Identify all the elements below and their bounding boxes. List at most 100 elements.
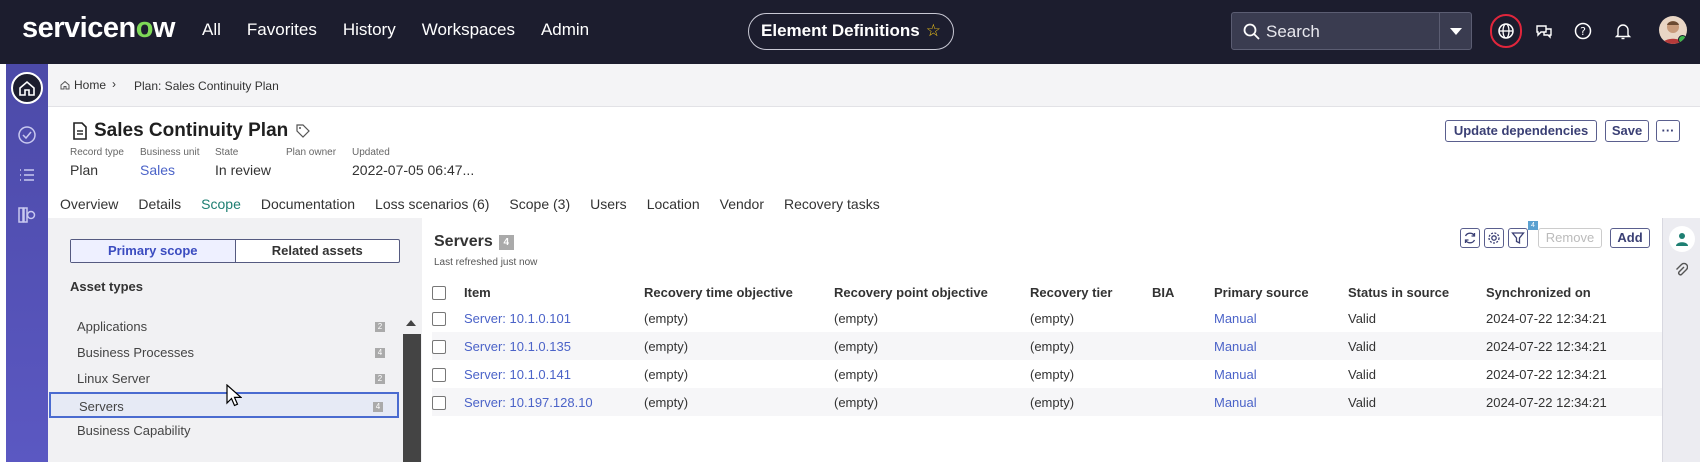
tab-loss-scenarios[interactable]: Loss scenarios (6) (375, 196, 489, 218)
paperclip-icon[interactable] (1674, 262, 1688, 278)
bell-icon (1614, 24, 1632, 40)
tab-scope-3[interactable]: Scope (3) (509, 196, 570, 218)
filter-button[interactable] (1508, 228, 1528, 248)
business-unit-link[interactable]: Sales (140, 162, 199, 178)
primary-source-link[interactable]: Manual (1214, 339, 1257, 354)
asset-type-business-processes[interactable]: Business Processes 4 (49, 340, 399, 366)
field-label: Record type (70, 147, 124, 158)
breadcrumb: Home › Plan: Sales Continuity Plan (48, 64, 1700, 107)
related-assets-toggle[interactable]: Related assets (236, 240, 400, 262)
people-button[interactable] (1669, 226, 1695, 252)
column-header[interactable]: BIA (1152, 280, 1214, 304)
status-cell: Valid (1348, 310, 1376, 326)
tab-details[interactable]: Details (138, 196, 181, 218)
nav-admin[interactable]: Admin (541, 20, 589, 40)
filter-count-badge: 4 (1528, 221, 1538, 230)
column-header[interactable]: Primary source (1214, 280, 1348, 304)
bia-cell (1152, 304, 1214, 332)
row-checkbox[interactable] (432, 339, 446, 354)
tag-icon[interactable] (296, 124, 311, 138)
element-definitions-pill[interactable]: Element Definitions ☆ (748, 13, 954, 50)
row-checkbox[interactable] (432, 395, 446, 410)
tab-documentation[interactable]: Documentation (261, 196, 355, 218)
asset-type-linux-server[interactable]: Linux Server 2 (49, 366, 399, 392)
servicenow-logo[interactable]: servicenow (22, 12, 175, 45)
library-rail-button[interactable] (16, 204, 38, 226)
search-scope-dropdown[interactable] (1439, 13, 1471, 49)
breadcrumb-current: Plan: Sales Continuity Plan (134, 79, 279, 93)
asset-list-scrollbar[interactable] (402, 316, 421, 462)
record-tabs: Overview Details Scope Documentation Los… (60, 196, 900, 223)
tab-vendor[interactable]: Vendor (720, 196, 764, 218)
tab-scope[interactable]: Scope (195, 196, 251, 223)
remove-button[interactable]: Remove (1538, 228, 1602, 248)
nav-history[interactable]: History (343, 20, 396, 40)
more-actions-button[interactable]: ··· (1656, 120, 1680, 142)
tab-users[interactable]: Users (590, 196, 627, 218)
primary-source-link[interactable]: Manual (1214, 311, 1257, 326)
column-header[interactable]: Recovery tier (1030, 280, 1152, 304)
rto-cell: (empty) (644, 310, 689, 326)
sync-cell: 2024-07-22 12:34:21 (1486, 310, 1607, 326)
chat-icon (1536, 25, 1552, 39)
sync-cell: 2024-07-22 12:34:21 (1486, 366, 1607, 382)
home-small-icon (60, 80, 70, 90)
source-cell: Manual (1214, 304, 1348, 332)
rpo-cell: (empty) (834, 310, 879, 326)
breadcrumb-home[interactable]: Home (60, 78, 106, 92)
row-checkbox[interactable] (432, 311, 446, 326)
item-link[interactable]: Server: 10.1.0.135 (464, 339, 571, 354)
star-icon[interactable]: ☆ (926, 21, 941, 40)
asset-type-servers[interactable]: Servers 4 (49, 392, 399, 418)
tab-recovery-tasks[interactable]: Recovery tasks (784, 196, 880, 218)
primary-source-link[interactable]: Manual (1214, 395, 1257, 410)
column-header[interactable]: Status in source (1348, 280, 1486, 304)
help-button[interactable]: ? (1569, 17, 1597, 45)
add-button[interactable]: Add (1610, 228, 1650, 248)
row-select-cell (432, 304, 464, 332)
last-refreshed-text: Last refreshed just now (434, 257, 538, 268)
primary-source-link[interactable]: Manual (1214, 367, 1257, 382)
refresh-button[interactable] (1460, 228, 1480, 248)
global-search[interactable]: Search (1231, 12, 1472, 50)
primary-scope-toggle[interactable]: Primary scope (71, 240, 236, 262)
asset-types-heading: Asset types (70, 279, 143, 294)
list-rail-button[interactable] (16, 164, 38, 186)
filter-icon (1511, 232, 1525, 245)
column-header[interactable]: Recovery time objective (644, 280, 834, 304)
settings-button[interactable] (1484, 228, 1504, 248)
tab-overview[interactable]: Overview (60, 196, 118, 218)
nav-favorites[interactable]: Favorites (247, 20, 317, 40)
item-cell: Server: 10.1.0.141 (464, 360, 644, 388)
field-value: 2022-07-05 06:47... (352, 162, 475, 178)
language-globe-button[interactable] (1490, 14, 1522, 48)
column-header[interactable]: Recovery point objective (834, 280, 1030, 304)
bia-cell (1152, 332, 1214, 360)
bia-cell (1152, 388, 1214, 416)
save-button[interactable]: Save (1605, 120, 1649, 142)
scroll-up-arrow-icon[interactable] (406, 320, 416, 326)
right-context-rail (1662, 218, 1700, 462)
user-avatar[interactable] (1659, 16, 1687, 44)
asset-type-business-capability[interactable]: Business Capability (49, 418, 399, 444)
scrollbar-thumb[interactable] (403, 334, 421, 462)
column-header[interactable]: Item (464, 280, 644, 304)
update-dependencies-button[interactable]: Update dependencies (1445, 120, 1597, 142)
table-row: Server: 10.1.0.101 (empty) (empty) (empt… (432, 304, 1662, 332)
asset-types-panel: Primary scope Related assets Asset types… (48, 218, 422, 462)
select-all-checkbox[interactable] (432, 285, 446, 300)
home-rail-button[interactable] (11, 72, 43, 104)
item-link[interactable]: Server: 10.197.128.10 (464, 395, 593, 410)
item-link[interactable]: Server: 10.1.0.141 (464, 367, 571, 382)
item-link[interactable]: Server: 10.1.0.101 (464, 311, 571, 326)
chat-button[interactable] (1530, 17, 1558, 45)
column-header[interactable]: Synchronized on (1486, 280, 1662, 304)
top-navigation-bar: servicenow All Favorites History Workspa… (0, 0, 1700, 64)
asset-type-applications[interactable]: Applications 2 (49, 314, 399, 340)
nav-workspaces[interactable]: Workspaces (422, 20, 515, 40)
tasks-rail-button[interactable] (16, 124, 38, 146)
nav-all[interactable]: All (202, 20, 221, 40)
tab-location[interactable]: Location (647, 196, 700, 218)
notifications-button[interactable] (1609, 17, 1637, 45)
row-checkbox[interactable] (432, 367, 446, 382)
